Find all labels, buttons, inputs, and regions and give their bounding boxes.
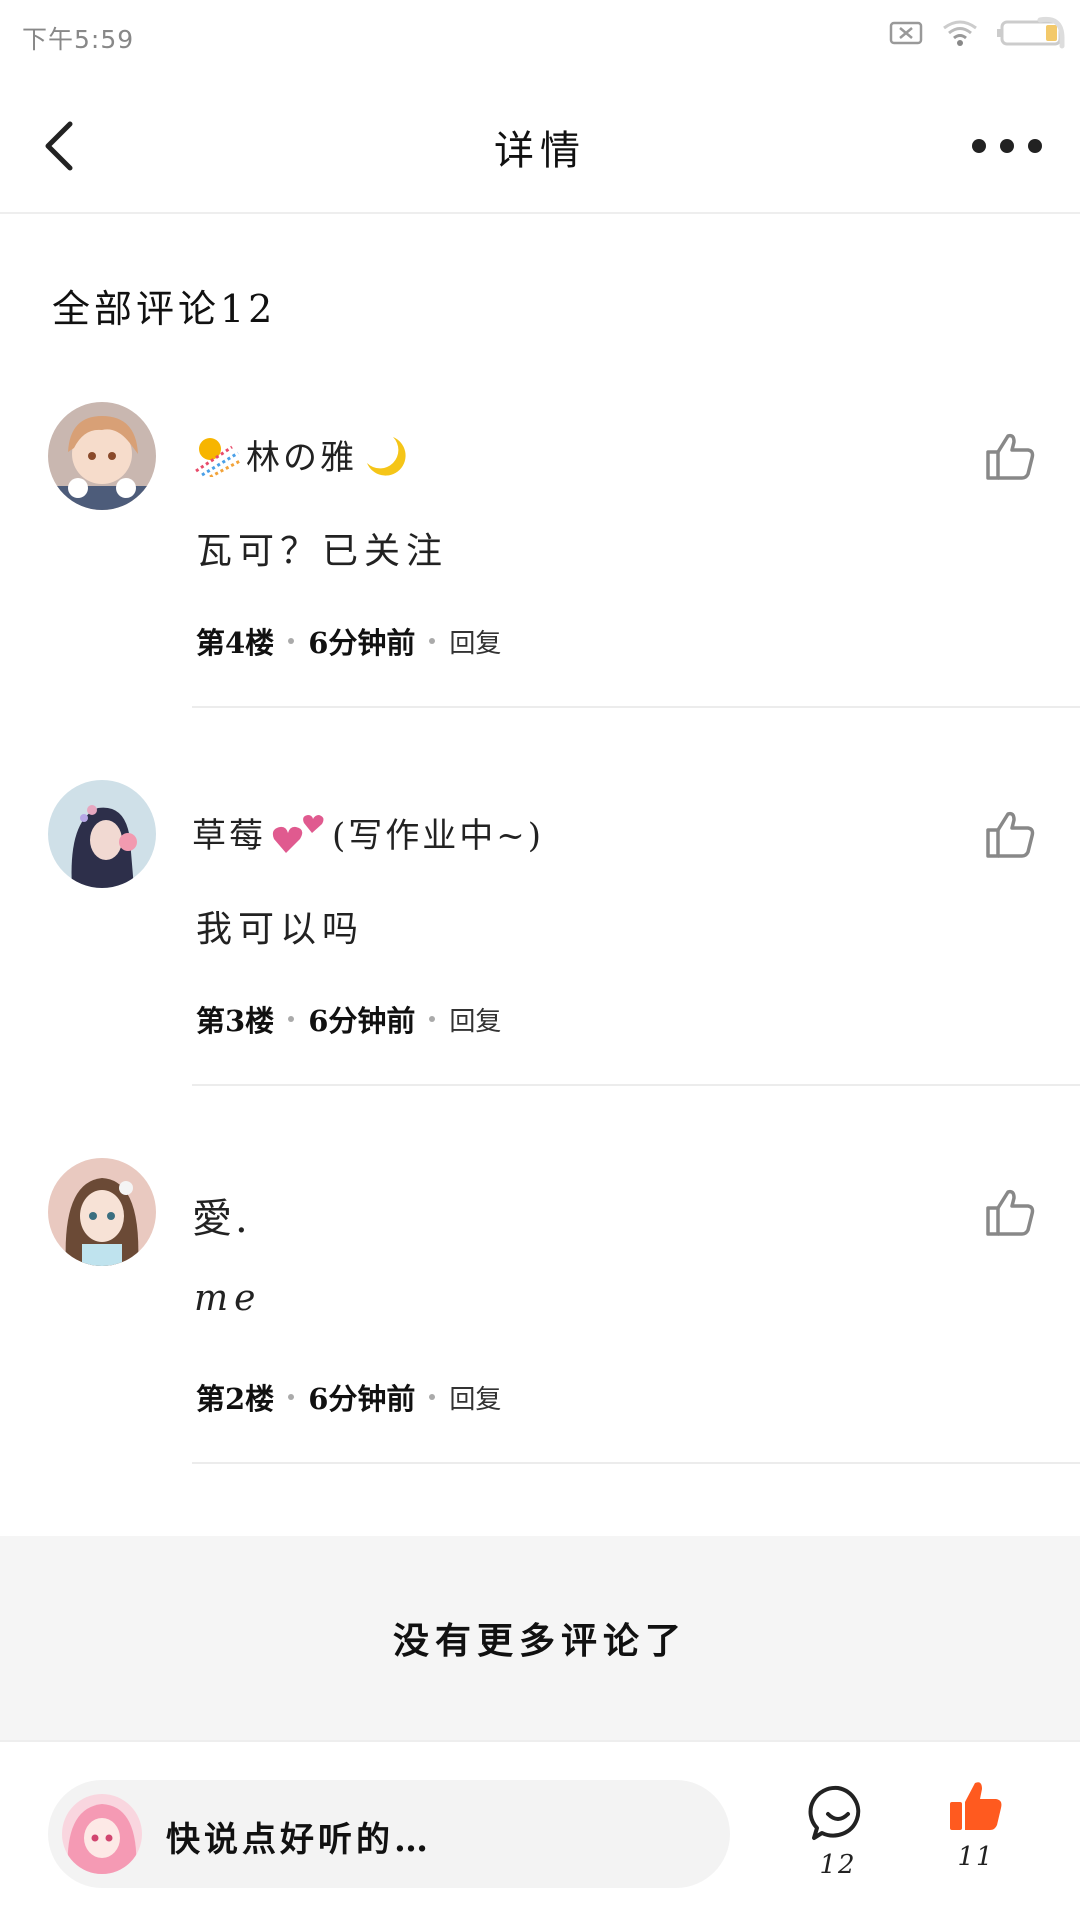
thumb-up-icon bbox=[986, 1189, 1035, 1236]
avatar[interactable] bbox=[48, 402, 156, 510]
status-bar: 下午5:59 bbox=[0, 0, 1080, 72]
comment-count-button[interactable]: 12 bbox=[806, 1784, 870, 1880]
thumb-up-icon bbox=[986, 811, 1035, 858]
no-sim-icon bbox=[889, 21, 923, 45]
comment-text: 瓦可？已关注 bbox=[196, 531, 449, 572]
separator-dot bbox=[288, 1016, 295, 1022]
thumb-up-filled-icon bbox=[950, 1782, 1002, 1830]
more-dot bbox=[1028, 139, 1042, 153]
wifi-icon bbox=[943, 20, 977, 46]
comment-text: me bbox=[194, 1278, 262, 1319]
comment-text: 我可以吗 bbox=[196, 909, 365, 950]
comment-floor: 第2楼 bbox=[196, 1382, 275, 1416]
comment-input[interactable]: 快说点好听的… bbox=[48, 1780, 730, 1888]
comment-count: 12 bbox=[819, 1850, 857, 1880]
separator-dot bbox=[429, 638, 436, 644]
comment-bubble-icon bbox=[808, 1785, 861, 1840]
like-count-button[interactable]: 11 bbox=[944, 1778, 1008, 1872]
divider bbox=[192, 1462, 1080, 1464]
reply-button[interactable]: 回复 bbox=[449, 623, 501, 660]
section-title: 全部评论12 bbox=[52, 287, 277, 331]
comment-author-status: (写作业中~) bbox=[332, 816, 545, 856]
comment-item: 林の雅 瓦可？已关注 第4楼 6分钟前 回复 bbox=[0, 402, 1080, 780]
like-button[interactable] bbox=[984, 1186, 1036, 1238]
status-time: 下午5:59 bbox=[22, 25, 135, 54]
reply-button[interactable]: 回复 bbox=[449, 1001, 501, 1038]
avatar[interactable] bbox=[48, 1158, 156, 1266]
like-count: 11 bbox=[957, 1842, 995, 1872]
like-button[interactable] bbox=[984, 430, 1036, 482]
comment-author[interactable]: 林の雅 bbox=[192, 430, 407, 479]
separator-dot bbox=[429, 1016, 436, 1022]
comment-meta: 第3楼 6分钟前 回复 bbox=[196, 998, 501, 1040]
comment-time: 6分钟前 bbox=[308, 626, 416, 660]
separator-dot bbox=[288, 1394, 295, 1400]
comment-meta: 第4楼 6分钟前 回复 bbox=[196, 620, 501, 662]
like-button[interactable] bbox=[984, 808, 1036, 860]
separator-dot bbox=[429, 1394, 436, 1400]
no-more-comments: 没有更多评论了 bbox=[0, 1536, 1080, 1740]
avatar[interactable] bbox=[48, 780, 156, 888]
comment-meta: 第2楼 6分钟前 回复 bbox=[196, 1376, 501, 1418]
comment-author-name: 林の雅 bbox=[246, 438, 357, 478]
avatar bbox=[62, 1794, 142, 1874]
comment-author-name: 草莓 bbox=[192, 816, 266, 856]
comment-item: 草莓 (写作业中~) 我可以吗 第3楼 6分钟前 回复 bbox=[0, 780, 1080, 1158]
nav-bar: 详情 bbox=[0, 80, 1080, 214]
comment-author-name: 愛. bbox=[192, 1196, 251, 1242]
comment-input-placeholder: 快说点好听的… bbox=[166, 1820, 432, 1860]
hearts-icon bbox=[272, 814, 324, 853]
page-title: 详情 bbox=[494, 128, 586, 174]
comment-author[interactable]: 草莓 (写作业中~) bbox=[192, 808, 544, 857]
status-icons bbox=[888, 16, 1066, 50]
separator-dot bbox=[288, 638, 295, 644]
thumb-up-icon bbox=[986, 433, 1035, 480]
comment-time: 6分钟前 bbox=[308, 1004, 416, 1038]
more-button[interactable] bbox=[972, 132, 1042, 160]
comment-time: 6分钟前 bbox=[308, 1382, 416, 1416]
comment-item: 愛. me 第2楼 6分钟前 回复 bbox=[0, 1158, 1080, 1536]
moon-icon bbox=[367, 436, 406, 476]
battery-icon bbox=[997, 16, 1065, 49]
more-dot bbox=[1000, 139, 1014, 153]
divider bbox=[192, 706, 1080, 708]
more-dots-icon bbox=[972, 139, 986, 153]
bottom-bar: 快说点好听的… 12 11 bbox=[0, 1740, 1080, 1920]
reply-button[interactable]: 回复 bbox=[449, 1379, 501, 1416]
divider bbox=[192, 1084, 1080, 1086]
comment-author[interactable]: 愛. bbox=[192, 1186, 251, 1244]
sun-cloud-icon bbox=[195, 437, 240, 477]
comment-floor: 第3楼 bbox=[196, 1004, 275, 1038]
comment-floor: 第4楼 bbox=[196, 626, 275, 660]
